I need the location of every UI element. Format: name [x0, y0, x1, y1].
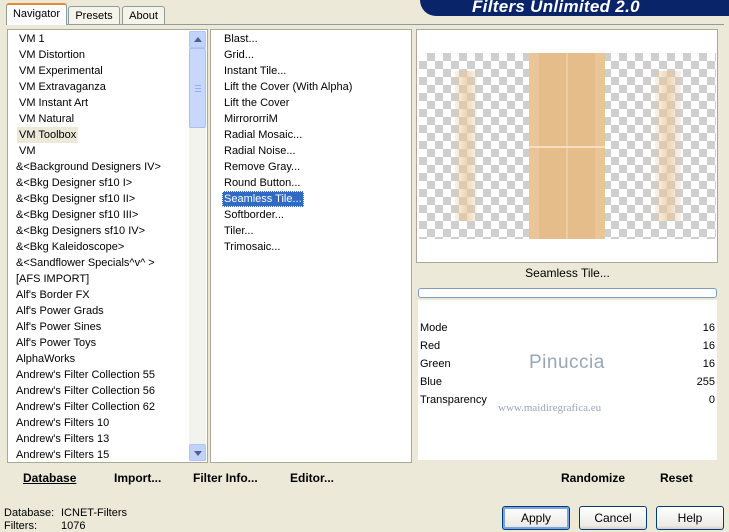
- filter-item[interactable]: MirrororriM: [222, 111, 280, 127]
- tab-navigator[interactable]: Navigator: [6, 3, 67, 25]
- tab-strip-divider: [6, 24, 724, 25]
- randomize-button[interactable]: Randomize: [561, 471, 625, 485]
- tab-presets[interactable]: Presets: [68, 6, 120, 24]
- filter-item[interactable]: Remove Gray...: [222, 159, 302, 175]
- category-item[interactable]: &<Bkg Designer sf10 II>: [14, 191, 137, 207]
- category-item[interactable]: [AFS IMPORT]: [14, 271, 91, 287]
- chevron-up-icon: [194, 37, 202, 42]
- category-item[interactable]: &<Bkg Designer sf10 I>: [14, 175, 134, 191]
- filter-info-button[interactable]: Filter Info...: [193, 471, 258, 485]
- category-item[interactable]: VM Distortion: [17, 47, 87, 63]
- category-item[interactable]: VM 1: [17, 31, 47, 47]
- param-label: Red: [420, 340, 441, 352]
- param-label: Green: [420, 358, 451, 370]
- scroll-thumb[interactable]: [189, 48, 206, 128]
- import-button[interactable]: Import...: [114, 471, 161, 485]
- param-value: 16: [702, 358, 715, 370]
- param-value: 16: [702, 322, 715, 334]
- category-item[interactable]: Alf's Power Grads: [14, 303, 106, 319]
- watermark-name: Pinuccia: [529, 352, 605, 373]
- param-value: 0: [708, 394, 715, 406]
- filter-item[interactable]: Instant Tile...: [222, 63, 288, 79]
- help-button[interactable]: Help: [656, 506, 724, 530]
- reset-button[interactable]: Reset: [660, 471, 693, 485]
- status-filters-label: Filters:: [4, 520, 37, 532]
- param-slider-mode[interactable]: Mode 16: [418, 319, 717, 337]
- category-item[interactable]: VM Instant Art: [17, 95, 90, 111]
- filter-list[interactable]: Blast... Grid... Instant Tile... Lift the C…: [210, 29, 412, 463]
- param-label: Mode: [420, 322, 448, 334]
- category-item[interactable]: Andrew's Filters 10: [14, 415, 111, 431]
- progress-bar: [418, 288, 717, 298]
- category-item[interactable]: Andrew's Filter Collection 55: [14, 367, 157, 383]
- category-item[interactable]: Andrew's Filter Collection 62: [14, 399, 157, 415]
- database-button[interactable]: Database: [23, 471, 76, 485]
- category-item[interactable]: Alf's Power Toys: [14, 335, 98, 351]
- filter-item[interactable]: Blast...: [222, 31, 260, 47]
- status-filters-value: 1076: [61, 520, 86, 532]
- param-label: Blue: [420, 376, 443, 388]
- status-database-label: Database:: [4, 507, 55, 519]
- param-label: Transparency: [420, 394, 487, 406]
- category-list[interactable]: VM 1 VM Distortion VM Experimental VM Extra…: [7, 29, 208, 463]
- param-value: 16: [702, 340, 715, 352]
- preview-image: [419, 53, 716, 239]
- category-item[interactable]: Alf's Border FX: [14, 287, 92, 303]
- filter-item[interactable]: Lift the Cover (With Alpha): [222, 79, 354, 95]
- category-scrollbar[interactable]: [189, 31, 206, 461]
- category-item[interactable]: &<Bkg Kaleidoscope>: [14, 239, 126, 255]
- editor-button[interactable]: Editor...: [290, 471, 334, 485]
- category-item[interactable]: &<Sandflower Specials^v^ >: [14, 255, 157, 271]
- param-slider-blue[interactable]: Blue 255: [418, 373, 717, 391]
- filter-item[interactable]: Round Button...: [222, 175, 302, 191]
- category-item[interactable]: &<Bkg Designers sf10 IV>: [14, 223, 147, 239]
- filter-item[interactable]: Trimosaic...: [222, 239, 282, 255]
- category-item[interactable]: VM: [17, 143, 38, 159]
- category-item[interactable]: Andrew's Filters 13: [14, 431, 111, 447]
- category-item[interactable]: VM Toolbox: [17, 127, 79, 143]
- status-database-value: ICNET-Filters: [61, 507, 127, 519]
- category-item[interactable]: VM Extravaganza: [17, 79, 108, 95]
- category-item[interactable]: Alf's Power Sines: [14, 319, 103, 335]
- filter-item[interactable]: Lift the Cover: [222, 95, 291, 111]
- apply-button[interactable]: Apply: [502, 506, 570, 530]
- tab-about[interactable]: About: [122, 6, 165, 24]
- param-value: 255: [696, 376, 715, 388]
- banner-title: Filters Unlimited 2.0: [472, 0, 640, 16]
- category-item[interactable]: AlphaWorks: [14, 351, 77, 367]
- preview-filter-name: Seamless Tile...: [525, 266, 610, 280]
- filter-item[interactable]: Radial Noise...: [222, 143, 298, 159]
- category-item[interactable]: VM Natural: [17, 111, 76, 127]
- category-item[interactable]: VM Experimental: [17, 63, 105, 79]
- category-item[interactable]: &<Bkg Designer sf10 III>: [14, 207, 140, 223]
- filter-item[interactable]: Grid...: [222, 47, 256, 63]
- watermark-site: www.maidiregrafica.eu: [498, 402, 602, 414]
- filter-item[interactable]: Softborder...: [222, 207, 286, 223]
- chevron-down-icon: [194, 451, 202, 456]
- category-item[interactable]: Andrew's Filter Collection 56: [14, 383, 157, 399]
- category-item[interactable]: &<Background Designers IV>: [14, 159, 163, 175]
- category-item[interactable]: Andrew's Filters 15: [14, 447, 111, 463]
- filter-item[interactable]: Radial Mosaic...: [222, 127, 304, 143]
- cancel-button[interactable]: Cancel: [579, 506, 647, 530]
- filter-item[interactable]: Seamless Tile...: [222, 191, 304, 207]
- filter-item[interactable]: Tiler...: [222, 223, 256, 239]
- scroll-down-button[interactable]: [189, 444, 206, 461]
- scroll-up-button[interactable]: [189, 31, 206, 48]
